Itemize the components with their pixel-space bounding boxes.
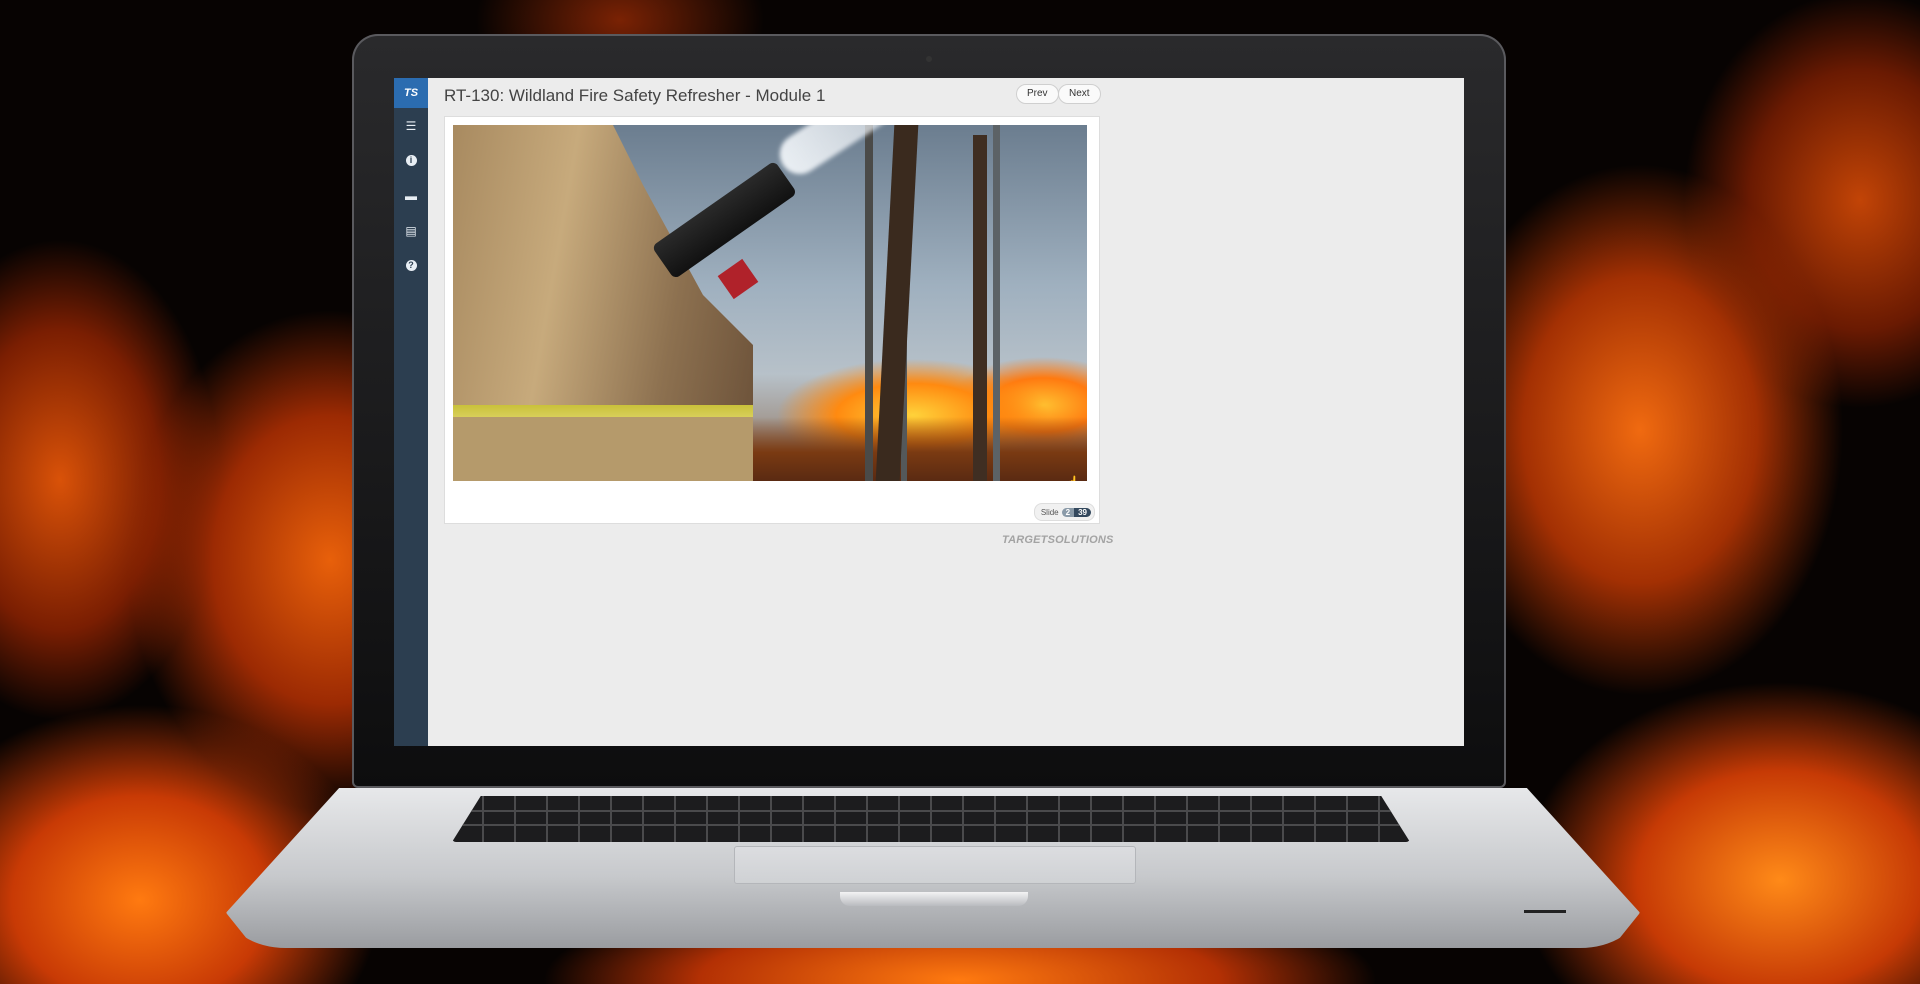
help-button[interactable]: ?: [394, 248, 428, 283]
slide-current: 2: [1061, 507, 1075, 517]
power-indicator: [1524, 910, 1566, 913]
notes-icon: ▤: [405, 223, 417, 238]
slide-panel: ☝ Slide 2 39: [444, 116, 1100, 524]
app-logo[interactable]: TS: [394, 78, 428, 108]
foreground-tree: [973, 135, 987, 481]
info-button[interactable]: i: [394, 143, 428, 178]
hose-nozzle: [651, 160, 798, 280]
lms-window: TS ☰ i ▬ ▤ ? RT-130: Wildland Fire Safet…: [394, 78, 1464, 746]
comments-button[interactable]: ▬: [394, 178, 428, 213]
sidebar: TS ☰ i ▬ ▤ ?: [394, 78, 428, 746]
trackpad: [734, 846, 1136, 884]
nozzle-band: [717, 258, 759, 300]
background-tree: [993, 125, 1000, 481]
keyboard: [452, 796, 1410, 842]
menu-list-button[interactable]: ☰: [394, 108, 428, 143]
info-icon: i: [405, 155, 417, 166]
slide-image[interactable]: ☝: [453, 125, 1087, 481]
app-logo-text: TS: [403, 87, 419, 99]
foreground-tree: [875, 125, 919, 481]
water-stream: [772, 125, 996, 182]
slide-counter-values: 2 39: [1061, 507, 1091, 517]
brand-logo: TARGETSOLUTIONS: [1002, 534, 1114, 546]
help-icon: ?: [405, 260, 417, 271]
background-tree: [865, 125, 873, 481]
list-icon: ☰: [405, 118, 417, 133]
lid-notch: [840, 892, 1028, 906]
next-button[interactable]: Next: [1058, 84, 1101, 104]
prev-button[interactable]: Prev: [1016, 84, 1059, 104]
page-title: RT-130: Wildland Fire Safety Refresher -…: [444, 86, 826, 105]
hand-cursor-icon: ☝: [1063, 475, 1080, 481]
slide-total: 39: [1074, 507, 1091, 517]
firefighter-figure: [453, 125, 753, 481]
slide-counter-label: Slide: [1040, 507, 1059, 517]
comment-icon: ▬: [405, 188, 417, 203]
notes-button[interactable]: ▤: [394, 213, 428, 248]
webcam: [926, 56, 932, 62]
slide-counter: Slide 2 39: [1033, 503, 1095, 521]
